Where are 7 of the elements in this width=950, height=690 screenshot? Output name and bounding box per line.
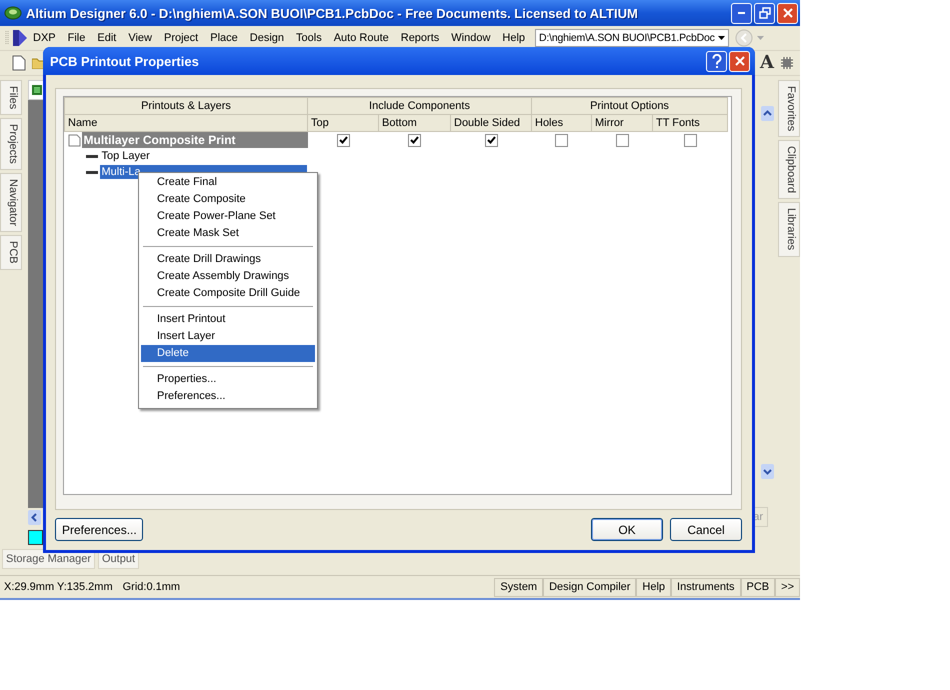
column-group-header: Include Components — [308, 98, 532, 114]
dialog-title: PCB Printout Properties — [49, 54, 200, 68]
column-group-header: Printout Options — [532, 98, 728, 114]
cursor-coordinates: X:29.9mm Y:135.2mm — [4, 581, 113, 593]
grid-size: Grid:0.1mm — [122, 581, 180, 593]
column-group-header: Printouts & Layers — [64, 98, 308, 114]
window-title: Altium Designer 6.0 - D:\nghiem\A.SON BUOI\PCB1.PcbDoc - Free Documents. Licensed to ALTIUM — [26, 6, 639, 20]
